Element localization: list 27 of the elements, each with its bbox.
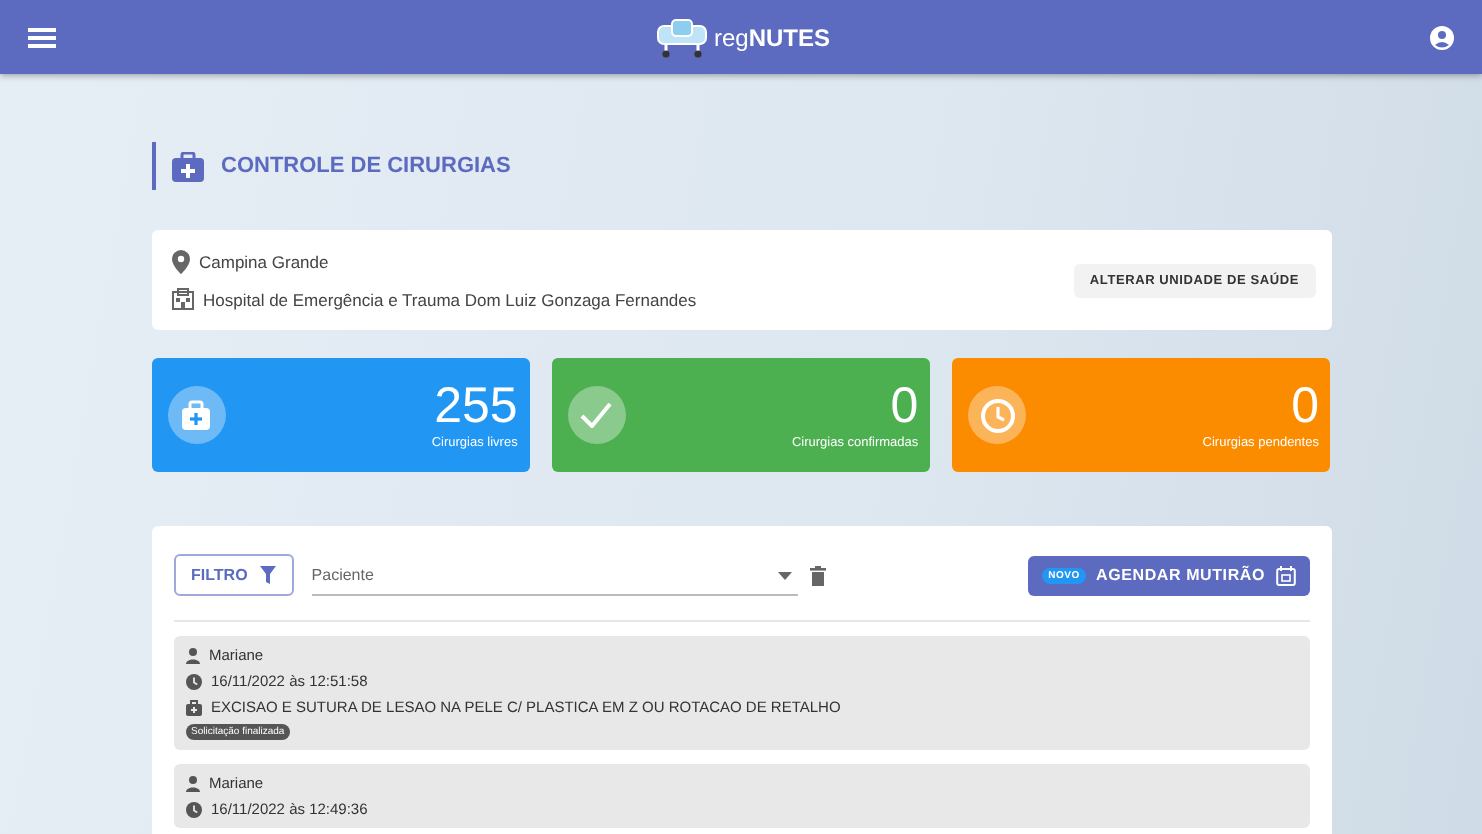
filter-button[interactable]: FILTRO [173,554,294,596]
account-icon[interactable] [1429,25,1454,49]
dropdown-caret-icon [777,571,792,579]
clock-icon [979,397,1016,433]
page-title: CONTROLE DE CIRURGIAS [221,154,511,178]
stat-value: 255 [434,380,518,432]
stretcher-logo-icon [655,17,708,57]
person-icon [185,647,199,663]
clock-icon [185,673,201,689]
menu-icon[interactable] [28,25,56,49]
person-icon [185,775,199,791]
patient-select[interactable]: Paciente [311,554,798,596]
location-pin-icon [171,250,189,274]
check-icon [580,402,613,428]
funnel-icon [259,566,276,584]
medical-bag-icon [185,699,201,715]
hospital-building-icon [171,288,193,310]
stat-value: 0 [890,380,919,432]
stat-value: 0 [1291,380,1319,432]
delete-icon[interactable] [809,565,826,585]
medical-bag-icon [171,151,203,181]
hospital-name: Hospital de Emergência e Trauma Dom Luiz Gonzaga Fernandes [203,289,697,309]
medical-bag-icon [180,399,212,431]
app-logo-text: regNUTES [713,23,830,51]
city-name: Campina Grande [199,252,329,272]
calendar-icon [1275,565,1295,585]
clock-icon [185,801,201,817]
